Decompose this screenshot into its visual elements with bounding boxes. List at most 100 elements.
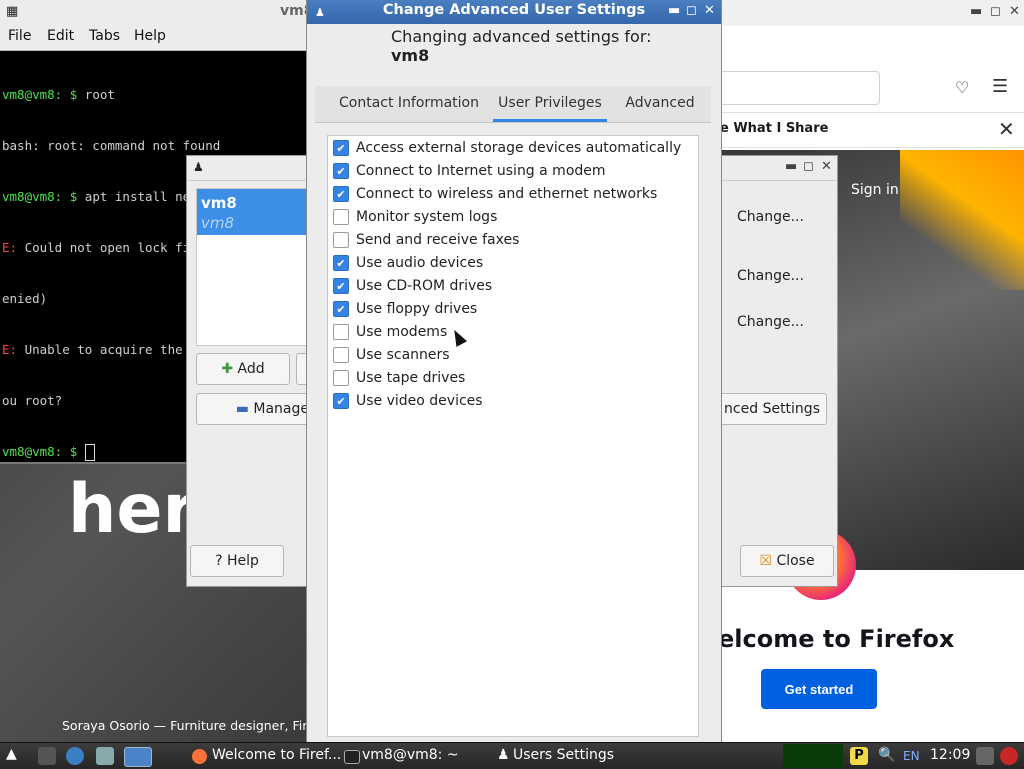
minimize-icon[interactable]: ▬ <box>668 3 680 18</box>
checkbox-checked[interactable]: ✔ <box>333 393 349 409</box>
menu-file[interactable]: File <box>8 28 31 44</box>
checkbox-checked[interactable]: ✔ <box>333 140 349 156</box>
checkbox-unchecked[interactable] <box>333 232 349 248</box>
privilege-label: Use scanners <box>356 347 450 363</box>
privilege-label: Connect to Internet using a modem <box>356 163 606 179</box>
search-icon[interactable]: 🔍 <box>878 747 895 763</box>
terminal-line: bash: root: command not found <box>2 138 221 153</box>
users-list[interactable]: vm8 vm8 <box>196 188 318 346</box>
help-icon: ? <box>215 553 223 569</box>
privilege-row[interactable]: ✔ Use video devices <box>333 390 483 412</box>
tab-advanced[interactable]: Advanced <box>619 86 701 122</box>
change-password-button[interactable]: Change... <box>737 209 804 225</box>
terminal-titlebar: ▦ vm8 <box>0 0 330 24</box>
pocket-icon[interactable]: ♡ <box>955 78 969 97</box>
firefox-notification-bar: e What I Share ✕ <box>700 112 1024 148</box>
privilege-row[interactable]: ✔ Connect to wireless and ethernet networ… <box>333 183 657 205</box>
sign-in-link[interactable]: Sign in <box>851 182 899 198</box>
screenshot-icon[interactable] <box>976 747 994 765</box>
groups-icon: ▬ <box>235 401 249 417</box>
privilege-row[interactable]: ✔ Use floppy drives <box>333 298 477 320</box>
maximize-icon[interactable]: ◻ <box>990 4 1001 19</box>
user-list-item-vm8[interactable]: vm8 vm8 <box>197 189 317 235</box>
change-language-button[interactable]: Change... <box>737 314 804 330</box>
terminal-menubar: File Edit Tabs Help <box>0 24 330 51</box>
firefox-titlebar: ▬ ◻ ✕ <box>700 0 1024 26</box>
maximize-icon[interactable]: ◻ <box>686 3 697 18</box>
browser-icon[interactable] <box>66 747 84 765</box>
firefox-url-bar[interactable] <box>718 71 880 105</box>
close-button[interactable]: ☒ Close <box>740 545 834 577</box>
menu-tabs[interactable]: Tabs <box>89 28 120 44</box>
close-icon[interactable]: ✕ <box>1009 4 1020 19</box>
privilege-row[interactable]: ✔ Access external storage devices automat… <box>333 137 681 159</box>
dialog-username: vm8 <box>391 46 430 65</box>
notification-text[interactable]: e What I Share <box>720 121 828 136</box>
privilege-label: Monitor system logs <box>356 209 498 225</box>
privilege-label: Use modems <box>356 324 448 340</box>
welcome-heading: elcome to Firefox <box>718 625 955 653</box>
checkbox-unchecked[interactable] <box>333 324 349 340</box>
privilege-row[interactable]: ✔ Use audio devices <box>333 252 483 274</box>
firefox-hero-accent <box>900 150 1024 290</box>
privilege-row[interactable]: Use scanners <box>333 344 450 366</box>
close-icon[interactable]: ✕ <box>704 3 715 18</box>
minimize-icon[interactable]: ▬ <box>970 4 982 19</box>
terminal-line: vm8@vm8: $ root <box>2 87 115 102</box>
cpu-monitor-graph <box>783 744 843 768</box>
checkbox-checked[interactable]: ✔ <box>333 278 349 294</box>
privilege-row[interactable]: ✔ Use CD-ROM drives <box>333 275 492 297</box>
privileges-list: ✔ Access external storage devices automat… <box>327 135 699 737</box>
maximize-icon[interactable]: ◻ <box>803 159 814 174</box>
privilege-row[interactable]: Use tape drives <box>333 367 465 389</box>
task-terminal[interactable]: vm8@vm8: ~ <box>362 747 459 763</box>
checkbox-unchecked[interactable] <box>333 209 349 225</box>
user-icon: ♟ <box>193 160 204 174</box>
plus-icon: ✚ <box>221 361 234 377</box>
privilege-row[interactable]: Send and receive faxes <box>333 229 519 251</box>
close-icon[interactable]: ✕ <box>821 159 832 174</box>
privilege-label: Use video devices <box>356 393 483 409</box>
taskbar: ▲ Welcome to Firef... vm8@vm8: ~ ♟ Users… <box>0 742 1024 769</box>
checkbox-checked[interactable]: ✔ <box>333 186 349 202</box>
get-started-button[interactable]: Get started <box>761 669 877 709</box>
wallpaper-caption: Soraya Osorio — Furniture designer, Fire <box>62 718 315 733</box>
close-notification-icon[interactable]: ✕ <box>998 117 1015 141</box>
terminal-cursor <box>84 444 95 461</box>
dialog-heading: Changing advanced settings for: <box>391 27 652 46</box>
checkbox-unchecked[interactable] <box>333 347 349 363</box>
checkbox-checked[interactable]: ✔ <box>333 301 349 317</box>
clock[interactable]: 12:09 <box>930 747 970 763</box>
dialog-titlebar: ♟ Change Advanced User Settings ▬ ◻ ✕ <box>307 0 721 24</box>
task-firefox[interactable]: Welcome to Firef... <box>212 747 341 763</box>
add-user-button[interactable]: ✚ Add <box>196 353 290 385</box>
privilege-row[interactable]: Use modems <box>333 321 447 343</box>
menu-edit[interactable]: Edit <box>47 28 74 44</box>
package-updates-icon[interactable]: P <box>850 747 868 765</box>
language-indicator[interactable]: EN <box>903 749 920 763</box>
advanced-settings-button[interactable]: nced Settings <box>707 393 827 425</box>
manage-groups-button[interactable]: ▬ Manage <box>196 393 316 425</box>
privilege-label: Use CD-ROM drives <box>356 278 493 294</box>
tab-user-privileges[interactable]: User Privileges <box>493 86 607 122</box>
checkbox-checked[interactable]: ✔ <box>333 163 349 179</box>
privilege-label: Access external storage devices automati… <box>356 140 682 156</box>
terminal-task-icon <box>344 750 360 764</box>
start-menu-icon[interactable]: ▲ <box>6 746 17 762</box>
privilege-row[interactable]: ✔ Connect to Internet using a modem <box>333 160 606 182</box>
power-icon[interactable] <box>1000 747 1018 765</box>
help-button[interactable]: ? Help <box>190 545 284 577</box>
checkbox-unchecked[interactable] <box>333 370 349 386</box>
hamburger-menu-icon[interactable]: ☰ <box>992 76 1008 97</box>
show-desktop-icon[interactable] <box>124 747 152 767</box>
privilege-label: Send and receive faxes <box>356 232 520 248</box>
change-account-type-button[interactable]: Change... <box>737 268 804 284</box>
tab-contact-information[interactable]: Contact Information <box>323 86 495 122</box>
checkbox-checked[interactable]: ✔ <box>333 255 349 271</box>
minimize-icon[interactable]: ▬ <box>785 159 797 174</box>
windows-icon[interactable] <box>96 747 114 765</box>
menu-help[interactable]: Help <box>134 28 166 44</box>
privilege-row[interactable]: Monitor system logs <box>333 206 497 228</box>
task-users-settings[interactable]: Users Settings <box>513 747 614 763</box>
file-manager-icon[interactable] <box>38 747 56 765</box>
